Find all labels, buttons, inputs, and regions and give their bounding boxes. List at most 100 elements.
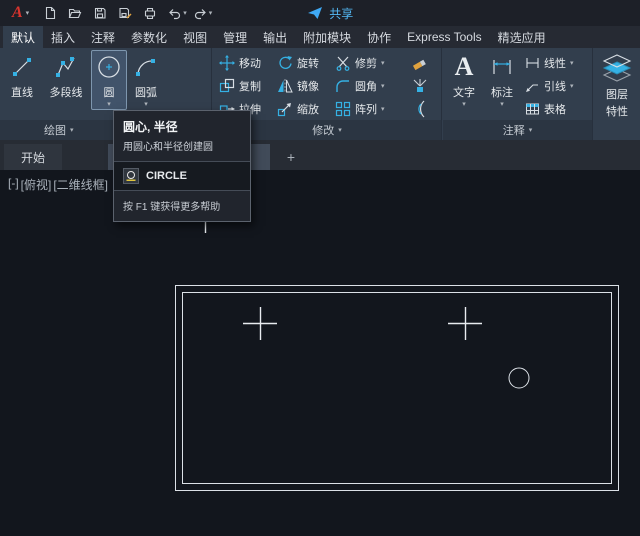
line-button[interactable]: 直线: [4, 51, 40, 109]
trim-button[interactable]: 修剪 ▾: [335, 53, 385, 73]
tooltip-command-row: CIRCLE: [114, 161, 250, 191]
erase-button[interactable]: [409, 53, 431, 73]
linear-dimension-button[interactable]: 线性 ▾: [525, 53, 574, 73]
mirror-button[interactable]: 镜像: [277, 76, 319, 96]
layer-properties-button[interactable]: 图层 特性: [596, 51, 638, 135]
open-file-button[interactable]: [64, 3, 86, 23]
drawing-rectangle-inner: [182, 292, 612, 484]
array-button[interactable]: 阵列 ▾: [335, 99, 385, 119]
dimension-label: 标注: [491, 87, 513, 99]
text-button[interactable]: A 文字 ▾: [447, 51, 481, 109]
copy-button[interactable]: 复制: [219, 76, 261, 96]
arc-button[interactable]: 圆弧 ▾: [128, 51, 164, 109]
chevron-down-icon[interactable]: ▾: [209, 10, 213, 17]
new-file-button[interactable]: [39, 3, 61, 23]
circle-command-icon: [123, 168, 139, 184]
tab-insert[interactable]: 插入: [43, 26, 83, 48]
circle-icon: [98, 56, 120, 78]
plus-icon: +: [286, 149, 296, 165]
save-button[interactable]: [89, 3, 111, 23]
chevron-down-icon: ▾: [528, 126, 533, 134]
save-icon: [95, 7, 106, 19]
erase-icon: [412, 59, 426, 71]
chevron-down-icon[interactable]: ▾: [144, 101, 148, 108]
text-label: 文字: [453, 87, 475, 99]
move-button[interactable]: 移动: [219, 53, 261, 73]
mirror-icon: [278, 79, 293, 93]
autocad-logo: A: [12, 4, 23, 21]
drawing-geometry: [175, 213, 619, 491]
linear-label: 线性: [544, 58, 566, 70]
save-as-button[interactable]: [114, 3, 136, 23]
polyline-label: 多段线: [49, 87, 83, 99]
redo-icon: [194, 9, 206, 20]
tab-view[interactable]: 视图: [175, 26, 215, 48]
polyline-button[interactable]: 多段线: [42, 51, 90, 109]
scale-icon: [277, 103, 291, 117]
line-icon: [13, 58, 31, 76]
view-menu-button[interactable]: [俯视]: [21, 176, 52, 193]
viewport-controls: [-] [俯视] [二维线框]: [8, 176, 108, 193]
rotate-button[interactable]: 旋转: [277, 53, 319, 73]
save-as-icon: [119, 7, 132, 19]
dimension-button[interactable]: 标注 ▾: [484, 51, 520, 109]
circle-button[interactable]: 圆 ▾: [91, 50, 127, 110]
viewport-menu-button[interactable]: [-]: [8, 176, 19, 193]
chevron-down-icon: ▾: [70, 126, 74, 134]
explode-button[interactable]: [409, 76, 431, 96]
plot-button[interactable]: [139, 3, 161, 23]
start-tab-label: 开始: [20, 150, 45, 165]
text-icon: A: [454, 52, 474, 81]
tab-collaborate[interactable]: 协作: [359, 26, 399, 48]
rotate-icon: [279, 56, 292, 69]
title-bar: A ▾ ▾ ▾ 共享: [0, 0, 640, 26]
scale-button[interactable]: 缩放: [277, 99, 319, 119]
layers-icon: [602, 54, 632, 82]
tab-express-tools[interactable]: Express Tools: [399, 26, 489, 48]
move-label: 移动: [239, 58, 261, 70]
undo-button[interactable]: ▾: [167, 6, 187, 20]
chevron-down-icon[interactable]: ▾: [570, 83, 574, 90]
fillet-button[interactable]: 圆角 ▾: [335, 76, 385, 96]
chevron-down-icon[interactable]: ▾: [500, 101, 504, 108]
chevron-down-icon[interactable]: ▾: [462, 101, 466, 108]
draw-panel-label: 绘图: [44, 125, 66, 137]
tab-home[interactable]: 默认: [3, 26, 44, 48]
chevron-down-icon[interactable]: ▾: [381, 83, 385, 90]
chevron-down-icon[interactable]: ▾: [381, 106, 385, 113]
copy-icon: [219, 78, 235, 93]
leader-icon: [526, 84, 538, 92]
move-icon: [219, 55, 235, 71]
tab-featured-apps[interactable]: 精选应用: [490, 26, 554, 48]
app-menu-button[interactable]: A ▾: [6, 4, 35, 22]
offset-button[interactable]: [409, 99, 431, 119]
chevron-down-icon[interactable]: ▾: [183, 10, 187, 17]
tooltip-command-name: CIRCLE: [146, 170, 187, 182]
tab-annotate[interactable]: 注释: [83, 26, 123, 48]
redo-button[interactable]: ▾: [193, 6, 213, 20]
tab-parametric[interactable]: 参数化: [123, 26, 175, 48]
layer-label-line1: 图层: [606, 89, 628, 101]
file-tab-start[interactable]: 开始: [4, 144, 62, 170]
array-icon: [335, 101, 351, 117]
fillet-icon: [336, 80, 349, 92]
annotation-panel-title[interactable]: 注释 ▾: [443, 120, 592, 140]
chevron-down-icon[interactable]: ▾: [570, 60, 574, 67]
tab-output[interactable]: 输出: [255, 26, 295, 48]
new-drawing-button[interactable]: +: [282, 148, 300, 166]
ribbon: 直线 多段线 圆 ▾ 圆弧 ▾ 绘图 ▾ 移动 旋转 修剪 ▾ 复制 镜像 圆角…: [0, 48, 640, 140]
chevron-down-icon[interactable]: ▾: [381, 60, 385, 67]
tab-addins[interactable]: 附加模块: [295, 26, 359, 48]
chevron-down-icon: ▾: [25, 9, 30, 17]
chevron-down-icon[interactable]: ▾: [107, 101, 111, 108]
leader-button[interactable]: 引线 ▾: [525, 76, 574, 96]
center-mark-left: [243, 307, 277, 340]
layer-label-line2: 特性: [606, 106, 628, 118]
drawing-canvas[interactable]: [-] [俯视] [二维线框]: [0, 170, 640, 536]
visual-style-menu-button[interactable]: [二维线框]: [53, 176, 108, 193]
file-tab-bar: 开始 Drawing1* × +: [0, 140, 640, 170]
table-button[interactable]: 表格: [525, 99, 566, 119]
new-file-icon: [46, 6, 56, 20]
tab-manage[interactable]: 管理: [215, 26, 255, 48]
share-button[interactable]: 共享: [307, 5, 353, 22]
